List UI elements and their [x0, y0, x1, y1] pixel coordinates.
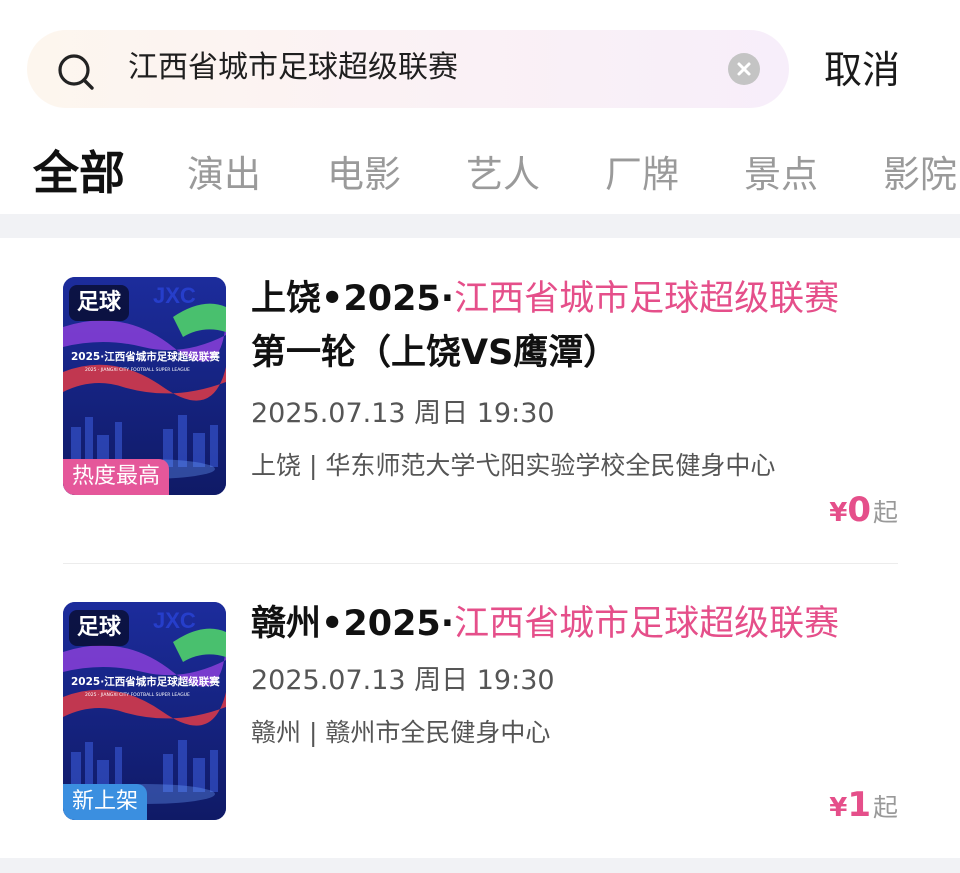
new-badge: 新上架: [63, 784, 148, 820]
event-datetime: 2025.07.13 周日 19:30: [251, 665, 555, 696]
tab-cinemas[interactable]: 影院: [883, 150, 957, 200]
price-suffix: 起: [872, 793, 898, 822]
close-icon: [737, 62, 751, 76]
cancel-button[interactable]: 取消: [824, 46, 900, 94]
price-suffix: 起: [872, 498, 898, 527]
poster-headline: 2025·江西省城市足球超级联赛: [71, 675, 220, 688]
bottom-divider: [0, 858, 960, 873]
event-poster[interactable]: JXC 2025·江西省城市足球超级联赛 2025 · JIANGXI CITY…: [63, 277, 226, 495]
tab-shows[interactable]: 演出: [187, 150, 261, 200]
poster-sub: 2025 · JIANGXI CITY FOOTBALL SUPER LEAGU…: [85, 367, 190, 373]
event-venue: 赣州 | 赣州市全民健身中心: [251, 718, 551, 747]
price-value: 0: [847, 490, 871, 530]
title-highlight: 江西省城市足球超级联赛: [454, 279, 840, 319]
search-icon: [58, 54, 94, 90]
tab-attractions[interactable]: 景点: [744, 150, 818, 200]
event-title[interactable]: 上饶•2025·江西省城市足球超级联赛第一轮（上饶VS鹰潭）: [251, 272, 901, 380]
poster-logo: JXC: [153, 283, 196, 308]
tab-labels[interactable]: 厂牌: [605, 150, 679, 200]
category-tabs: 全部 演出 电影 艺人 厂牌 景点 影院: [0, 140, 960, 214]
title-prefix: 赣州•2025·: [251, 604, 455, 644]
section-divider: [0, 214, 960, 238]
event-price: ¥1起: [829, 785, 898, 825]
tab-artists[interactable]: 艺人: [466, 150, 540, 200]
result-divider: [63, 563, 898, 564]
event-title[interactable]: 赣州•2025·江西省城市足球超级联赛: [251, 597, 901, 651]
tab-movies[interactable]: 电影: [327, 150, 401, 200]
event-poster[interactable]: JXC 2025·江西省城市足球超级联赛 2025 · JIANGXI CITY…: [63, 602, 226, 820]
poster-sub: 2025 · JIANGXI CITY FOOTBALL SUPER LEAGU…: [85, 692, 190, 698]
poster-logo: JXC: [153, 608, 196, 633]
price-currency: ¥: [829, 498, 848, 528]
hot-badge: 热度最高: [63, 459, 170, 495]
title-prefix: 上饶•2025·: [251, 279, 455, 319]
title-highlight: 江西省城市足球超级联赛: [454, 604, 840, 644]
event-price: ¥0起: [829, 490, 898, 530]
search-header: 江西省城市足球超级联赛 取消: [0, 0, 960, 132]
clear-search-button[interactable]: [728, 53, 760, 85]
event-datetime: 2025.07.13 周日 19:30: [251, 398, 555, 429]
tab-all[interactable]: 全部: [33, 146, 125, 200]
category-badge: 足球: [69, 285, 130, 321]
search-query[interactable]: 江西省城市足球超级联赛: [128, 48, 458, 88]
category-badge: 足球: [69, 610, 130, 646]
price-value: 1: [847, 785, 871, 825]
poster-headline: 2025·江西省城市足球超级联赛: [71, 350, 220, 363]
title-suffix: 第一轮（上饶VS鹰潭）: [251, 333, 619, 373]
price-currency: ¥: [829, 793, 848, 823]
event-venue: 上饶 | 华东师范大学弋阳实验学校全民健身中心: [251, 451, 776, 480]
